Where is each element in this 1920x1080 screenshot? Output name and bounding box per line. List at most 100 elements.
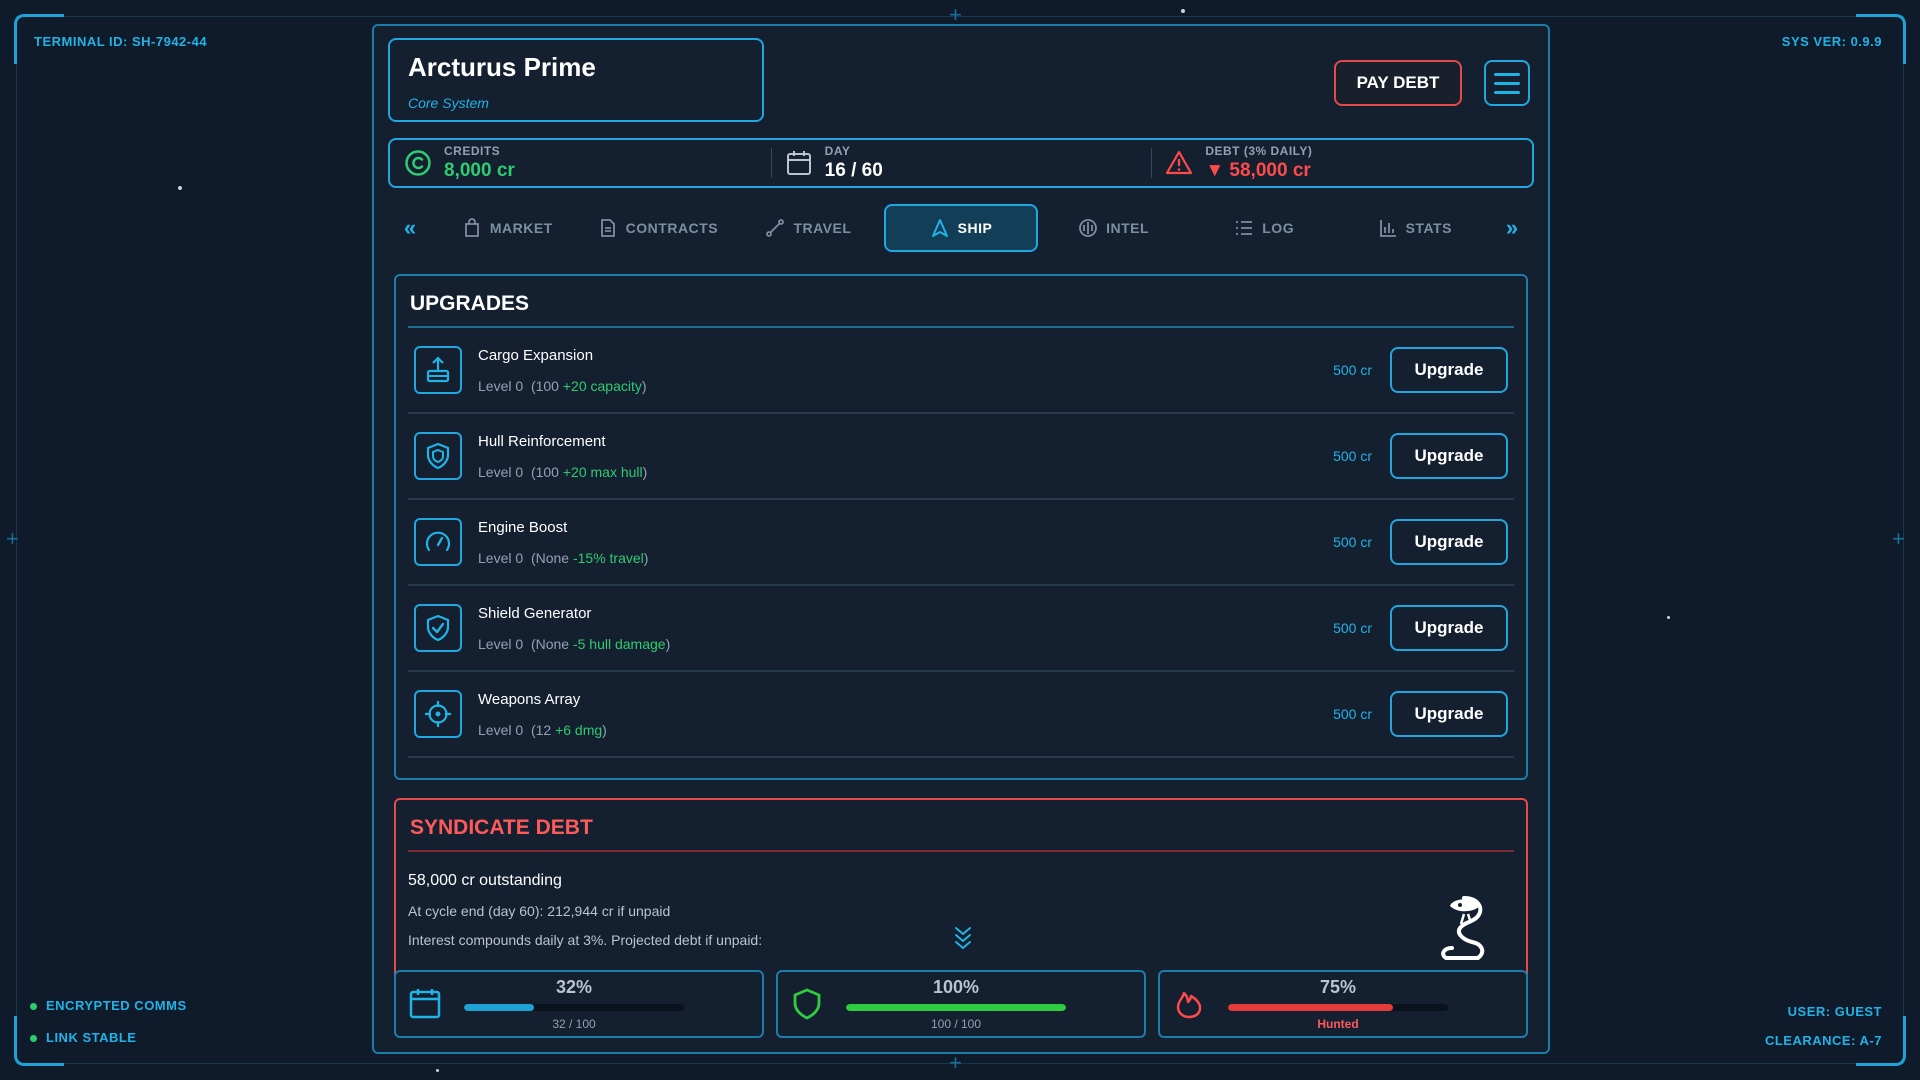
tab-ship[interactable]: SHIP bbox=[883, 204, 1039, 252]
flame-icon bbox=[1176, 991, 1202, 1019]
upgrade-detail: Level 0 (100 +20 capacity) bbox=[478, 377, 647, 394]
cargo-percent: 32% bbox=[555, 977, 593, 997]
upgrade-detail: Level 0 (12 +6 dmg) bbox=[478, 721, 607, 738]
tab-travel[interactable]: TRAVEL bbox=[733, 204, 884, 252]
star bbox=[1181, 9, 1185, 13]
cargo-hold-icon bbox=[409, 989, 441, 1019]
upgrade-row-cargo-expansion: Cargo Expansion Level 0 (100 +20 capacit… bbox=[408, 328, 1514, 414]
shield-check-icon bbox=[414, 604, 462, 652]
cargo-count: 32 / 100 bbox=[552, 1017, 596, 1031]
tab-stats[interactable]: STATS bbox=[1339, 204, 1490, 252]
syndicate-debt-panel: SYNDICATE DEBT 58,000 cr outstanding At … bbox=[394, 798, 1528, 982]
hull-count: 100 / 100 bbox=[930, 1017, 982, 1031]
hull-bar bbox=[846, 1004, 1066, 1011]
tab-intel[interactable]: INTEL bbox=[1038, 204, 1189, 252]
debt-projection: At cycle end (day 60): 212,944 cr if unp… bbox=[408, 903, 671, 919]
location-box: Arcturus Prime Core System bbox=[388, 38, 764, 122]
tab-market[interactable]: MARKET bbox=[432, 204, 583, 252]
stats-bar: CREDITS 8,000 cr DAY 16 / 60 DEBT (3% DA… bbox=[388, 138, 1534, 188]
upgrade-button[interactable]: Upgrade bbox=[1390, 519, 1508, 565]
upgrade-button[interactable]: Upgrade bbox=[1390, 347, 1508, 393]
upgrades-title: UPGRADES bbox=[408, 276, 1514, 328]
crosshair-left: + bbox=[6, 526, 19, 551]
cargo-bar bbox=[464, 1004, 684, 1011]
clearance-label: CLEARANCE: A-7 bbox=[1764, 1033, 1882, 1048]
system-version: SYS VER: 0.9.9 bbox=[1781, 34, 1882, 49]
cargo-icon bbox=[414, 346, 462, 394]
upgrade-cost: 500 cr bbox=[1333, 706, 1372, 722]
upgrade-cost: 500 cr bbox=[1333, 534, 1372, 550]
heat-percent: 75% bbox=[1319, 977, 1357, 997]
upgrade-detail: Level 0 (None -5 hull damage) bbox=[478, 635, 671, 652]
upgrade-button[interactable]: Upgrade bbox=[1390, 691, 1508, 737]
cargo-status: 32% 32 / 100 bbox=[394, 970, 764, 1038]
document-icon bbox=[600, 219, 615, 237]
upgrade-row-weapons-array: Weapons Array Level 0 (12 +6 dmg) 500 cr… bbox=[408, 672, 1514, 758]
ship-icon bbox=[931, 219, 948, 237]
upgrade-cost: 500 cr bbox=[1333, 620, 1372, 636]
hull-shield-icon bbox=[793, 988, 821, 1020]
route-icon bbox=[766, 219, 785, 237]
tab-bar: « MARKET CONTRACTS TRAVEL SHIP INTEL LOG… bbox=[388, 202, 1534, 254]
intel-icon bbox=[1079, 219, 1098, 237]
crosshair-right: + bbox=[1892, 526, 1905, 551]
debt-label: DEBT (3% DAILY) bbox=[1205, 144, 1313, 158]
star bbox=[436, 1069, 439, 1072]
bar-chart-icon bbox=[1379, 220, 1396, 237]
cargo-bar-fill bbox=[464, 1004, 535, 1011]
list-icon bbox=[1236, 221, 1253, 235]
upgrade-row-engine-boost: Engine Boost Level 0 (None -15% travel) … bbox=[408, 500, 1514, 586]
location-subtitle: Core System bbox=[408, 95, 489, 111]
hamburger-menu-icon[interactable] bbox=[1484, 60, 1530, 106]
credits-label: CREDITS bbox=[444, 144, 501, 158]
upgrade-name: Hull Reinforcement bbox=[478, 432, 606, 450]
hunted-status: Hunted bbox=[1317, 1017, 1359, 1031]
debt-outstanding: 58,000 cr outstanding bbox=[408, 872, 562, 889]
upgrade-row-shield-generator: Shield Generator Level 0 (None -5 hull d… bbox=[408, 586, 1514, 672]
day-label: DAY bbox=[824, 144, 851, 158]
upgrade-button[interactable]: Upgrade bbox=[1390, 605, 1508, 651]
day-stat: DAY 16 / 60 bbox=[770, 140, 1152, 186]
syndicate-debt-title: SYNDICATE DEBT bbox=[408, 800, 1514, 852]
tab-scroll-left-icon[interactable]: « bbox=[388, 215, 432, 241]
credits-icon bbox=[405, 150, 431, 176]
status-dot bbox=[30, 1035, 37, 1043]
tab-log[interactable]: LOG bbox=[1189, 204, 1340, 252]
warning-icon bbox=[1166, 150, 1193, 175]
calendar-icon bbox=[786, 151, 811, 175]
upgrade-cost: 500 cr bbox=[1333, 362, 1372, 378]
pay-debt-button[interactable]: PAY DEBT bbox=[1334, 60, 1462, 106]
debt-stat: DEBT (3% DAILY) ▼ 58,000 cr bbox=[1151, 140, 1532, 186]
upgrade-cost: 500 cr bbox=[1333, 448, 1372, 464]
bottom-status-bar: 32% 32 / 100 100% 100 / 100 75% Hunted bbox=[394, 970, 1528, 1038]
upgrade-name: Shield Generator bbox=[478, 604, 592, 622]
heat-status: 75% Hunted bbox=[1158, 970, 1528, 1038]
heat-bar-fill bbox=[1228, 1004, 1393, 1011]
location-name: Arcturus Prime bbox=[408, 52, 596, 82]
upgrade-name: Engine Boost bbox=[478, 518, 568, 536]
user-label: USER: GUEST bbox=[1787, 1004, 1882, 1019]
upgrade-name: Weapons Array bbox=[478, 690, 581, 708]
status-link-stable: LINK STABLE bbox=[30, 1030, 136, 1045]
upgrade-detail: Level 0 (None -15% travel) bbox=[478, 549, 649, 566]
heat-bar bbox=[1228, 1004, 1448, 1011]
gauge-icon bbox=[414, 518, 462, 566]
upgrade-detail: Level 0 (100 +20 max hull) bbox=[478, 463, 648, 480]
hull-status: 100% 100 / 100 bbox=[776, 970, 1146, 1038]
upgrade-row-hull-reinforcement: Hull Reinforcement Level 0 (100 +20 max … bbox=[408, 414, 1514, 500]
shield-icon bbox=[414, 432, 462, 480]
credits-value: 8,000 cr bbox=[444, 160, 515, 181]
tab-contracts[interactable]: CONTRACTS bbox=[583, 204, 734, 252]
crosshair-bottom: + bbox=[949, 1050, 962, 1075]
tab-scroll-right-icon[interactable]: » bbox=[1490, 215, 1534, 241]
hull-bar-fill bbox=[846, 1004, 1066, 1011]
upgrade-button[interactable]: Upgrade bbox=[1390, 433, 1508, 479]
crosshair-top: + bbox=[949, 2, 962, 27]
terminal-id: TERMINAL ID: SH-7942-44 bbox=[34, 34, 208, 49]
day-value: 16 / 60 bbox=[824, 160, 883, 181]
credits-stat: CREDITS 8,000 cr bbox=[390, 140, 771, 186]
debt-value: ▼ 58,000 cr bbox=[1205, 160, 1311, 181]
main-panel: Arcturus Prime Core System PAY DEBT CRED… bbox=[372, 24, 1550, 1054]
upgrade-name: Cargo Expansion bbox=[478, 346, 594, 364]
scroll-down-icon[interactable] bbox=[952, 924, 974, 950]
